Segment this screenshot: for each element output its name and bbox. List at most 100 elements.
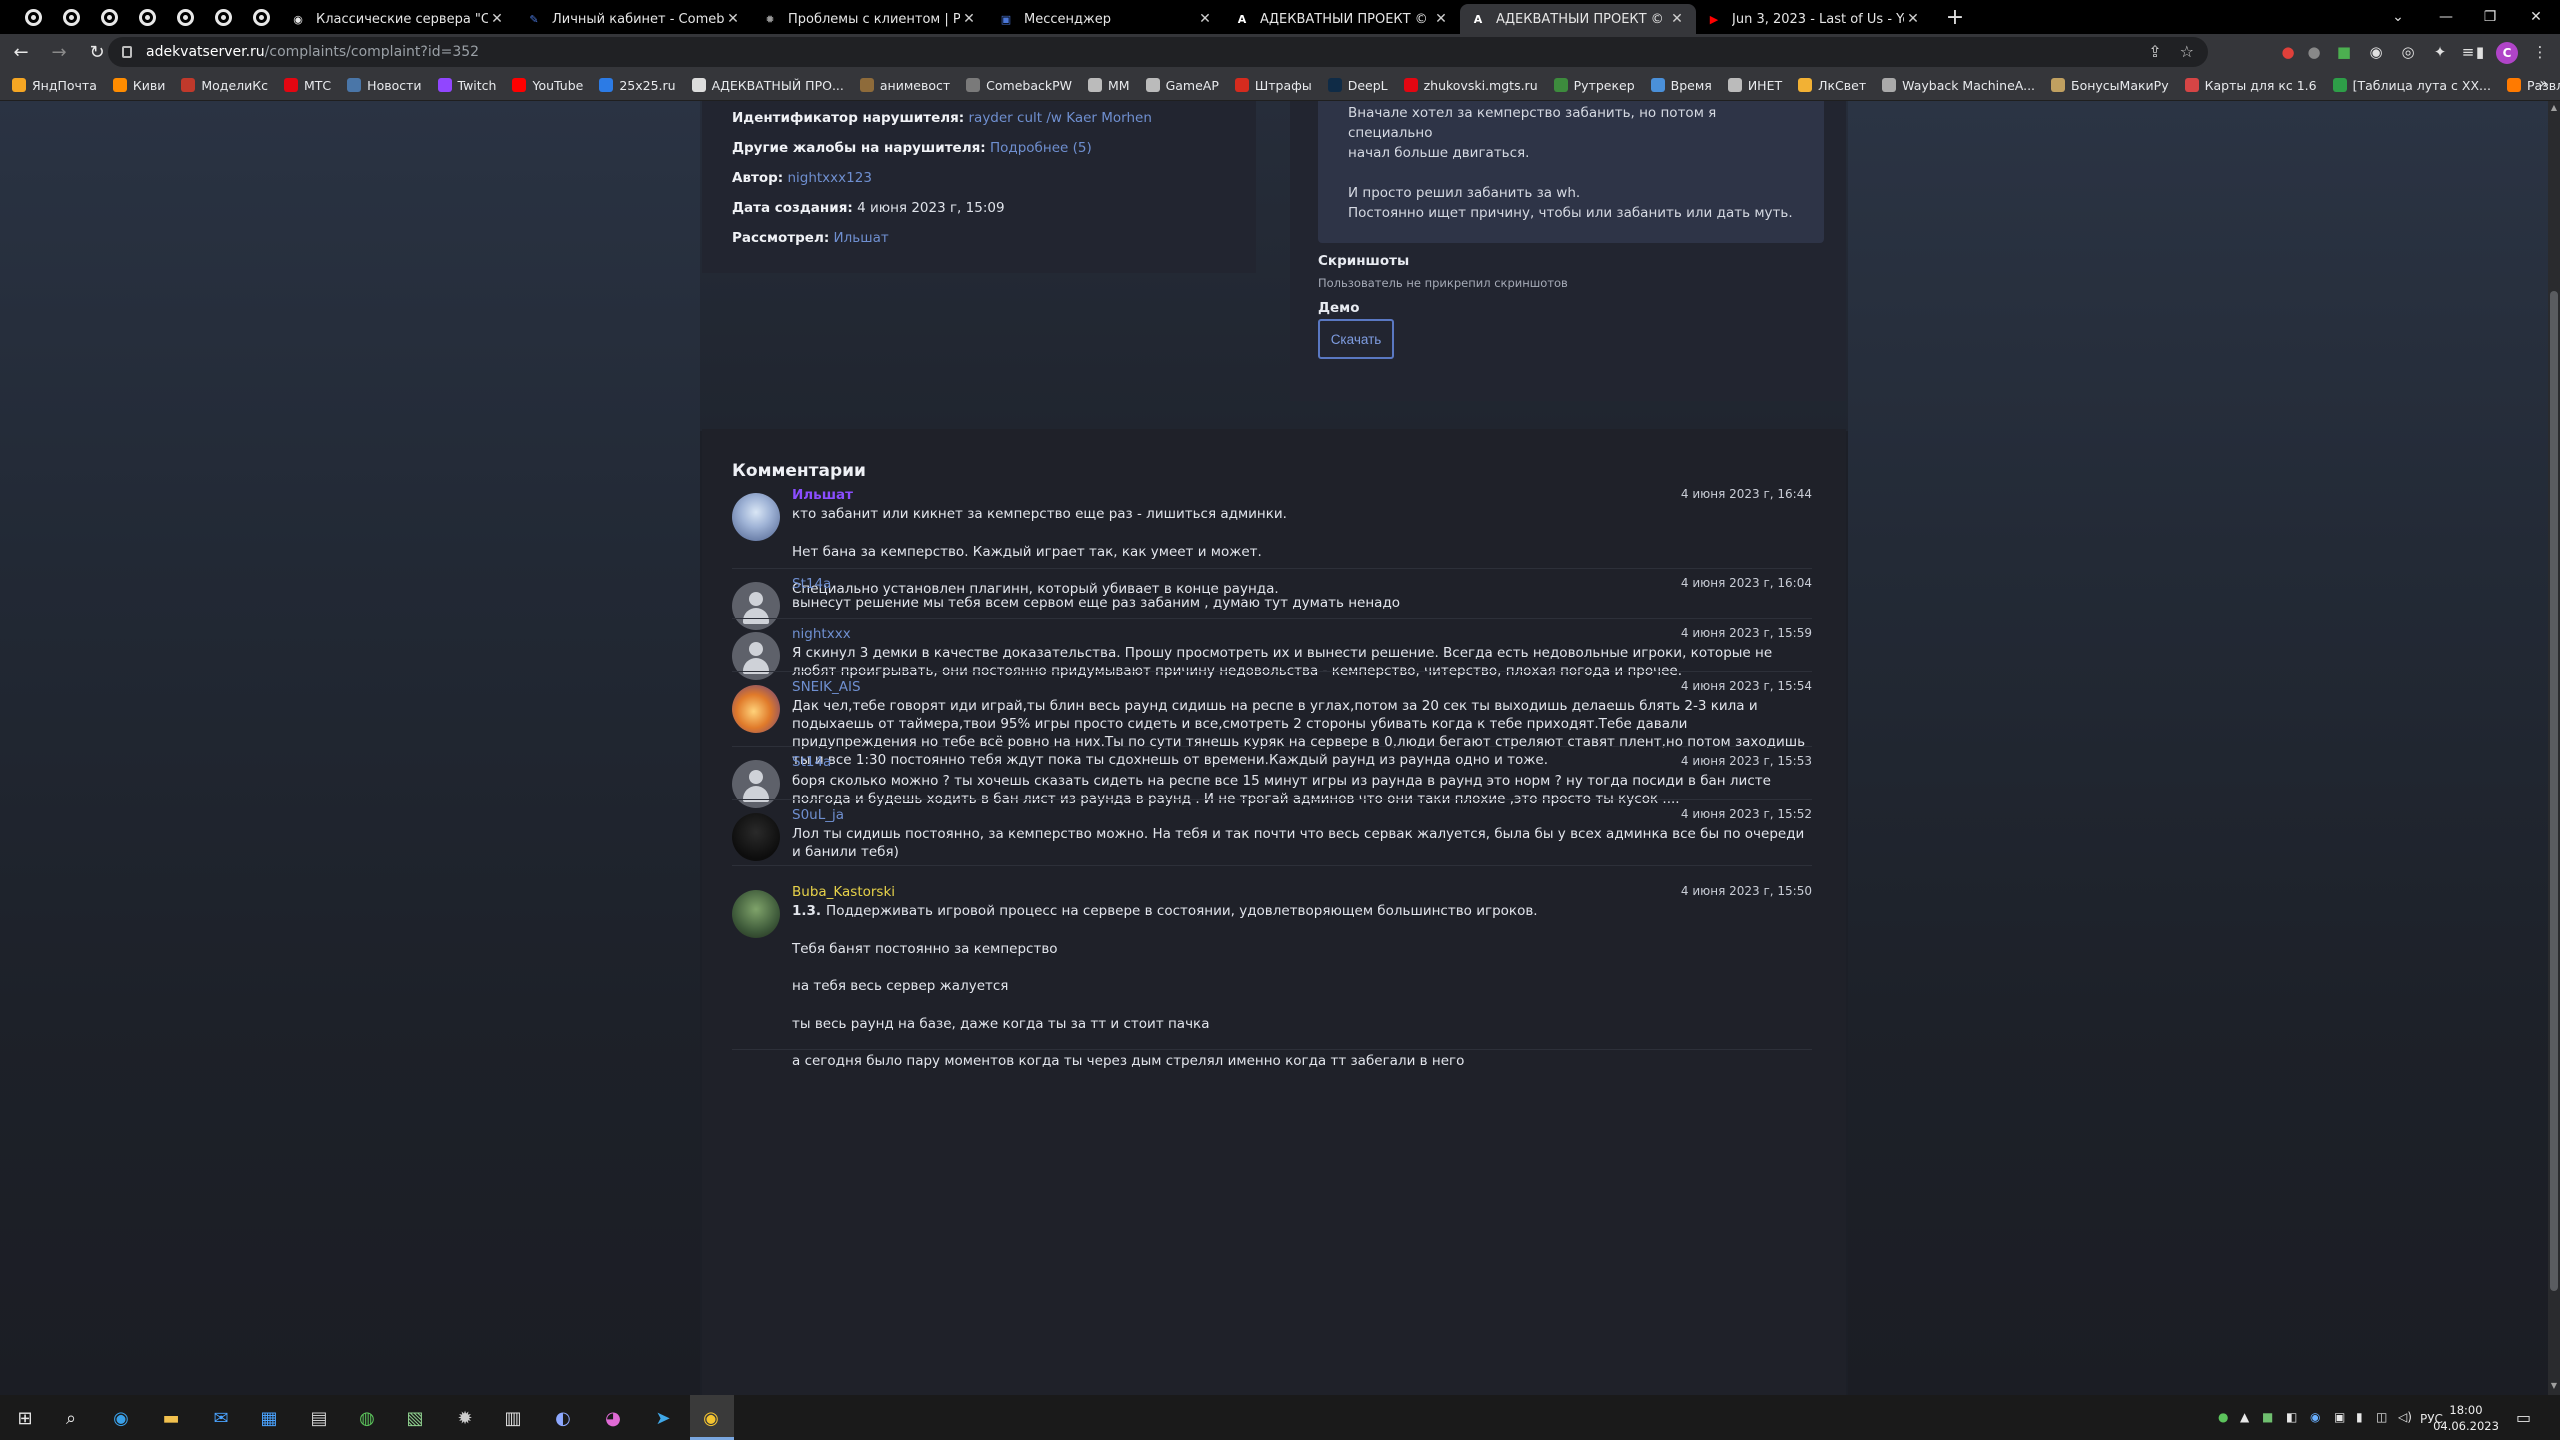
close-tab-icon[interactable]: ✕	[488, 11, 506, 27]
close-tab-icon[interactable]: ✕	[960, 11, 978, 27]
bookmark-item[interactable]: [Таблица лута с ХХ...	[2332, 78, 2491, 93]
bookmark-item[interactable]: МоделиКс	[181, 78, 268, 93]
store-icon[interactable]: ▦	[256, 1405, 282, 1431]
restore-button[interactable]: ❐	[2466, 0, 2514, 34]
calculator-icon[interactable]: ▥	[500, 1405, 526, 1431]
network-icon[interactable]: ◫	[2376, 1410, 2387, 1424]
close-tab-icon[interactable]: ✕	[1904, 11, 1922, 27]
pinned-tab[interactable]	[242, 0, 280, 34]
minimize-button[interactable]: —	[2422, 0, 2470, 34]
bookmark-item[interactable]: YouTube	[512, 78, 583, 93]
bookmark-item[interactable]: GameAP	[1145, 78, 1219, 93]
bookmark-item[interactable]: Развлетитель	[2506, 78, 2560, 93]
comment-author-link[interactable]: S0uL_ja	[792, 807, 844, 823]
bookmark-item[interactable]: Рутрекер	[1553, 78, 1635, 93]
avatar[interactable]	[732, 685, 780, 733]
bookmark-item[interactable]: МТС	[284, 78, 331, 93]
bookmark-item[interactable]: АДЕКВАТНЫЙ ПРО...	[691, 78, 844, 93]
scroll-down-arrow-icon[interactable]: ▼	[2548, 1381, 2560, 1393]
page-scrollbar[interactable]: ▲ ▼	[2548, 101, 2560, 1395]
violator-id-link[interactable]: rayder cult /w Kaer Morhen	[969, 110, 1152, 126]
author-link[interactable]: nightxxx123	[787, 170, 871, 186]
bookmark-item[interactable]: анимевост	[859, 78, 950, 93]
avatar[interactable]	[732, 632, 780, 680]
more-bookmarks-icon[interactable]: »	[2539, 76, 2548, 92]
close-tab-icon[interactable]: ✕	[724, 11, 742, 27]
close-tab-icon[interactable]: ✕	[1196, 11, 1214, 27]
pinned-tab[interactable]	[90, 0, 128, 34]
pinned-tab[interactable]	[128, 0, 166, 34]
chrome-icon[interactable]: ◉	[698, 1405, 724, 1431]
bookmark-item[interactable]: zhukovski.mgts.ru	[1403, 78, 1538, 93]
extension-icon[interactable]: ◉	[2366, 42, 2386, 62]
bookmark-item[interactable]: Киви	[112, 78, 165, 93]
discord-icon[interactable]: ◕	[600, 1405, 626, 1431]
close-tab-icon[interactable]: ✕	[1432, 11, 1450, 27]
mail-icon[interactable]: ✉	[208, 1405, 234, 1431]
browser-tab[interactable]: ✎ Личный кабинет - Comeback 1.6✕	[516, 4, 752, 34]
bookmark-item[interactable]: ИНЕТ	[1727, 78, 1782, 93]
system-clock[interactable]: 18:00 04.06.2023	[2428, 1402, 2504, 1434]
bookmark-item[interactable]: Twitch	[437, 78, 496, 93]
tray-icon[interactable]: ■	[2262, 1410, 2273, 1424]
tray-icon[interactable]: ▣	[2334, 1410, 2345, 1424]
extension-icon[interactable]: ◎	[2398, 42, 2418, 62]
close-window-button[interactable]: ✕	[2512, 0, 2560, 34]
comment-author-link[interactable]: Buba_Kastorski	[792, 884, 895, 900]
browser-tab[interactable]: A АДЕКВАТНЫЙ ПРОЕКТ © - Жалоб✕	[1460, 4, 1696, 34]
pinned-tab[interactable]	[166, 0, 204, 34]
forward-arrow-icon[interactable]: →	[42, 35, 76, 69]
address-bar[interactable]: adekvatserver.ru/complaints/complaint?id…	[108, 37, 2208, 67]
tray-icon[interactable]: ▲	[2240, 1410, 2249, 1424]
close-tab-icon[interactable]: ✕	[1668, 11, 1686, 27]
tab-search-icon[interactable]: ⌄	[2374, 0, 2422, 34]
comment-author-link[interactable]: Ильшат	[792, 487, 853, 503]
browser-tab[interactable]: ▶ Jun 3, 2023 - Last of Us - YouTube✕	[1696, 4, 1932, 34]
bookmark-item[interactable]: 25x25.ru	[599, 78, 676, 93]
app-icon[interactable]: ▤	[306, 1405, 332, 1431]
comment-author-link[interactable]: St14a	[792, 576, 831, 592]
menu-dots-icon[interactable]: ⋮	[2530, 42, 2550, 62]
avatar[interactable]	[732, 813, 780, 861]
edge-icon[interactable]: ◉	[108, 1405, 134, 1431]
microphone-icon[interactable]: ▮	[2356, 1410, 2363, 1424]
bookmark-item[interactable]: DeepL	[1327, 78, 1388, 93]
telegram-icon[interactable]: ➤	[650, 1405, 676, 1431]
bookmark-item[interactable]: ЛкСвет	[1798, 78, 1866, 93]
pinned-tab[interactable]	[52, 0, 90, 34]
volume-icon[interactable]: ◁)	[2398, 1410, 2412, 1424]
puzzle-icon[interactable]: ✦	[2430, 42, 2450, 62]
bookmark-item[interactable]: Время	[1650, 78, 1712, 93]
notepad-icon[interactable]: ▧	[402, 1405, 428, 1431]
bookmark-item[interactable]: Wayback MachineA...	[1882, 78, 2035, 93]
search-icon[interactable]: ⌕	[58, 1405, 84, 1431]
notifications-icon[interactable]: ▭	[2516, 1408, 2531, 1427]
bookmark-item[interactable]: ComebackPW	[966, 78, 1072, 93]
app-icon[interactable]: ✹	[452, 1405, 478, 1431]
comment-author-link[interactable]: St14a	[792, 754, 831, 770]
bookmark-item[interactable]: MM	[1088, 78, 1130, 93]
download-demo-button[interactable]: Скачать	[1318, 319, 1394, 359]
bookmark-item[interactable]: Новости	[347, 78, 422, 93]
profile-avatar[interactable]: C	[2496, 42, 2518, 64]
scroll-thumb[interactable]	[2550, 291, 2558, 1291]
new-tab-button[interactable]: +	[1938, 0, 1972, 34]
bookmark-item[interactable]: ЯндПочта	[12, 78, 97, 93]
back-arrow-icon[interactable]: ←	[4, 35, 38, 69]
comment-author-link[interactable]: nightxxx	[792, 626, 851, 642]
browser-tab[interactable]: A АДЕКВАТНЫЙ ПРОЕКТ © - Прави✕	[1224, 4, 1460, 34]
bookmark-star-icon[interactable]: ☆	[2180, 42, 2194, 61]
pinned-tab[interactable]	[204, 0, 242, 34]
avatar[interactable]	[732, 890, 780, 938]
bookmark-item[interactable]: Карты для кс 1.6	[2184, 78, 2317, 93]
browser-tab[interactable]: ◉ Классические сервера "Comeba✕	[280, 4, 516, 34]
tray-icon[interactable]: ◧	[2286, 1410, 2297, 1424]
app-icon[interactable]: ◐	[550, 1405, 576, 1431]
other-complaints-link[interactable]: Подробнее (5)	[990, 140, 1092, 156]
file-explorer-icon[interactable]: ▬	[158, 1405, 184, 1431]
extension-icon[interactable]: ●	[2278, 42, 2298, 62]
app-icon[interactable]: ◍	[354, 1405, 380, 1431]
pinned-tab[interactable]	[14, 0, 52, 34]
avatar[interactable]	[732, 582, 780, 630]
avatar[interactable]	[732, 760, 780, 808]
